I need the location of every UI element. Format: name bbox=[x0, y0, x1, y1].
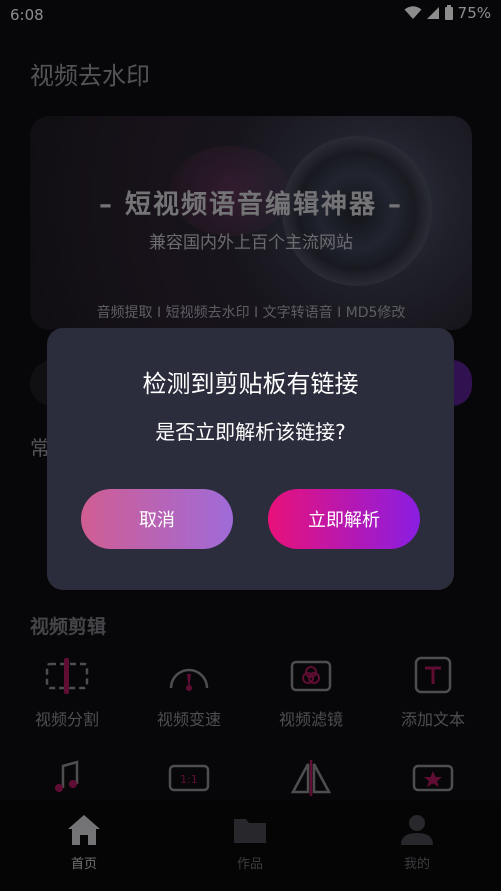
cancel-button[interactable]: 取消 bbox=[81, 489, 233, 549]
dialog-title: 检测到剪贴板有链接 bbox=[142, 370, 359, 398]
parse-now-button[interactable]: 立即解析 bbox=[268, 489, 420, 549]
clipboard-link-dialog: 检测到剪贴板有链接 是否立即解析该链接? 取消 立即解析 bbox=[47, 328, 454, 590]
dialog-message: 是否立即解析该链接? bbox=[155, 420, 346, 444]
